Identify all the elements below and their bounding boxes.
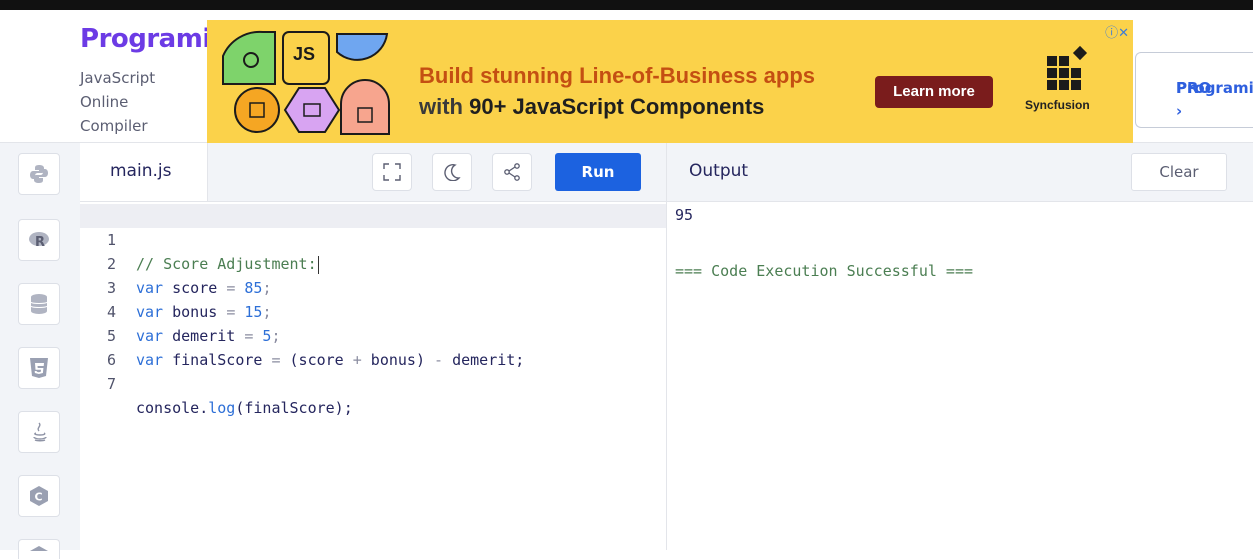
code-punct: ; — [262, 303, 272, 321]
editor-toolbar: main.js Run — [80, 143, 666, 202]
line-code: var bonus = 15; — [136, 300, 271, 324]
dark-mode-button[interactable] — [432, 153, 472, 191]
sidebar-item-html[interactable] — [18, 347, 60, 389]
sidebar-item-r[interactable]: R — [18, 219, 60, 261]
output-status: === Code Execution Successful === — [675, 262, 974, 280]
file-tab-label: main.js — [110, 161, 172, 181]
code-line: 2 var score = 85; — [80, 228, 272, 297]
ad-headline: Build stunning Line-of-Business apps — [419, 63, 815, 88]
code-identifier: console. — [136, 399, 209, 417]
ad-js-badge: JS — [293, 44, 316, 64]
ad-subline: with 90+ JavaScript Components — [419, 91, 815, 122]
line-code: // Score Adjustment: — [136, 252, 319, 276]
ad-banner[interactable]: JS Build stunning Line-of-Business apps … — [207, 20, 1133, 144]
header: Programiz JavaScript Online Compiler JS … — [0, 10, 1253, 144]
code-keyword: var — [136, 279, 164, 297]
subtitle-line: Compiler — [80, 117, 148, 135]
java-icon — [33, 422, 47, 442]
tab-main-js[interactable]: main.js — [80, 143, 208, 201]
code-operator: = — [271, 351, 281, 369]
code-identifier: bonus) — [361, 351, 435, 369]
code-operator: = — [226, 279, 236, 297]
logo-letter: P — [80, 24, 99, 54]
ad-subline-prefix: with — [419, 94, 470, 119]
ad-shapes-icon — [222, 30, 390, 135]
ad-close-icon[interactable]: ⓘ✕ — [1105, 22, 1129, 41]
sidebar-item-python[interactable] — [18, 153, 60, 195]
top-bar — [0, 0, 1253, 10]
python-icon — [30, 165, 48, 183]
r-icon: R — [29, 232, 49, 250]
sidebar-item-sql[interactable] — [18, 283, 60, 325]
ad-copy: Build stunning Line-of-Business apps wit… — [419, 60, 815, 122]
logo-subtitle: JavaScript Online Compiler — [80, 66, 190, 138]
code-punct: ; — [271, 327, 281, 345]
line-code: var score = 85; — [136, 276, 271, 300]
code-identifier: finalScore — [163, 351, 272, 369]
run-button[interactable]: Run — [555, 153, 641, 191]
code-line: 3 var bonus = 15; — [80, 252, 272, 321]
language-sidebar: R C — [0, 143, 81, 559]
code-operator: = — [226, 303, 236, 321]
code-identifier: (finalScore); — [235, 399, 353, 417]
code-identifier: demerit — [163, 327, 245, 345]
code-identifier: score — [163, 279, 227, 297]
c-icon: C — [30, 486, 48, 506]
code-identifier: (score — [280, 351, 353, 369]
code-line: 5 var finalScore = (score + bonus) - dem… — [80, 300, 524, 369]
output-title: Output — [689, 161, 749, 181]
code-number: 15 — [235, 303, 263, 321]
output-panel: 95 === Code Execution Successful === — [667, 202, 1253, 550]
text-cursor — [317, 255, 319, 274]
code-editor[interactable]: 1 // Score Adjustment: 2 var score = 85;… — [80, 202, 666, 550]
code-line: 4 var demerit = 5; — [80, 276, 281, 345]
sidebar-item-more[interactable] — [18, 539, 60, 559]
pro-label-line: PRO › — [1176, 79, 1212, 120]
line-code: var demerit = 5; — [136, 324, 281, 348]
learn-more-button[interactable]: Learn more — [875, 76, 993, 108]
code-punct: ; — [262, 279, 272, 297]
output-result: 95 — [675, 206, 694, 224]
code-number: 85 — [235, 279, 263, 297]
sidebar-item-java[interactable] — [18, 411, 60, 453]
code-number: 5 — [253, 327, 272, 345]
code-line: 7 console.log(finalScore); — [80, 348, 353, 417]
share-button[interactable] — [492, 153, 532, 191]
code-keyword: var — [136, 327, 164, 345]
code-identifier: demerit; — [443, 351, 525, 369]
moon-icon — [444, 164, 461, 181]
subtitle-line: JavaScript — [80, 69, 156, 87]
code-line: 1 // Score Adjustment: — [80, 204, 319, 274]
subtitle-line: Online — [80, 93, 129, 111]
active-line-highlight — [80, 204, 666, 228]
line-code: console.log(finalScore); — [136, 396, 353, 420]
code-keyword: var — [136, 351, 164, 369]
sidebar-item-c[interactable]: C — [18, 475, 60, 517]
line-code: var finalScore = (score + bonus) - demer… — [136, 348, 524, 372]
html5-icon — [30, 358, 48, 378]
code-operator: - — [434, 351, 444, 369]
clear-button[interactable]: Clear — [1131, 153, 1227, 191]
code-operator: + — [352, 351, 362, 369]
code-keyword: var — [136, 303, 164, 321]
database-icon — [30, 294, 48, 314]
svg-text:C: C — [35, 491, 43, 504]
syncfusion-logo-icon — [1047, 45, 1088, 90]
code-line: 6 — [80, 324, 116, 369]
programiz-logo[interactable]: Programiz — [80, 24, 226, 54]
programiz-pro-button[interactable]: ProgramizPRO › — [1135, 52, 1253, 128]
ad-brand-name: Syncfusion — [1025, 98, 1090, 112]
code-comment: // Score Adjustment: — [136, 255, 317, 273]
fullscreen-icon — [383, 163, 401, 181]
line-number: 7 — [106, 375, 116, 393]
svg-text:R: R — [35, 235, 45, 250]
share-icon — [504, 163, 520, 181]
output-toolbar: Output Clear — [667, 143, 1253, 202]
fullscreen-button[interactable] — [372, 153, 412, 191]
ad-subline-bold: 90+ JavaScript Components — [469, 94, 765, 119]
code-function: log — [208, 399, 236, 417]
code-identifier: bonus — [163, 303, 227, 321]
